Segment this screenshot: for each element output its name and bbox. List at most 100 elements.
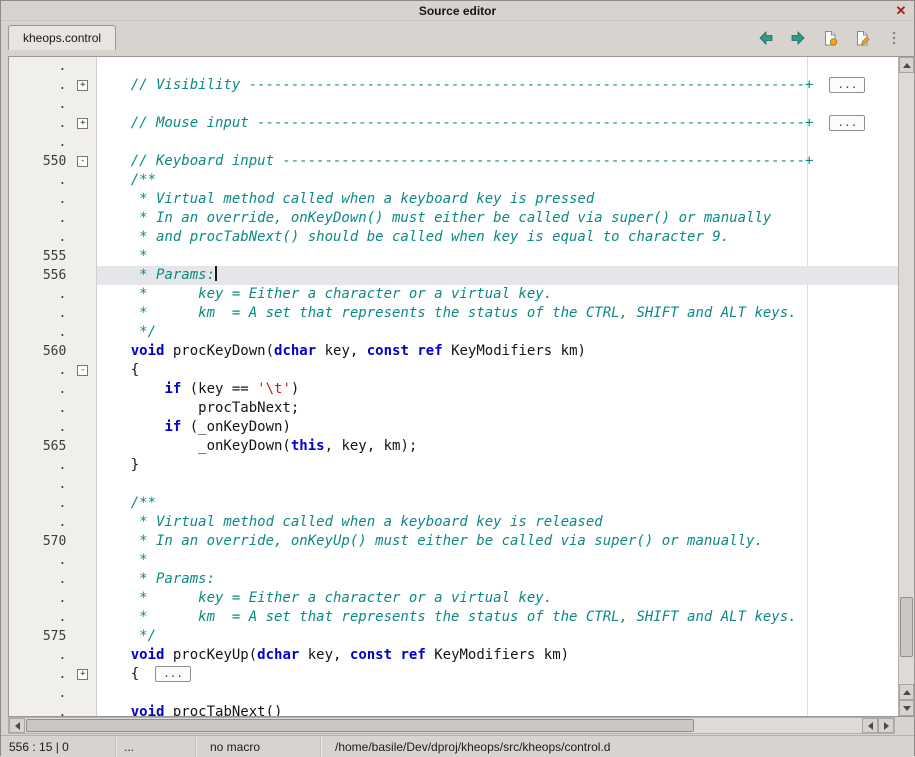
code-line[interactable]: void procKeyDown(dchar key, const ref Ke… <box>97 342 898 361</box>
line-number: 555 <box>9 247 70 266</box>
scroll-left-button-right[interactable] <box>862 718 878 733</box>
close-icon[interactable]: ✕ <box>893 3 909 19</box>
code-token: * Virtual method called when a keyboard … <box>97 514 603 530</box>
code-line[interactable]: * Virtual method called when a keyboard … <box>97 190 898 209</box>
code-line[interactable]: * key = Either a character or a virtual … <box>97 285 898 304</box>
code-line[interactable]: if (key == '\t') <box>97 380 898 399</box>
grip-handle[interactable] <box>884 28 904 48</box>
line-number: . <box>9 114 70 133</box>
line-number: . <box>9 703 70 716</box>
gutter-row: . <box>9 456 96 475</box>
code-line[interactable]: * <box>97 247 898 266</box>
code-line[interactable]: _onKeyDown(this, key, km); <box>97 437 898 456</box>
code-line[interactable]: * km = A set that represents the status … <box>97 304 898 323</box>
fold-gutter-cell: + <box>70 76 96 95</box>
code-token: * Params: <box>97 571 215 587</box>
fold-expand-icon[interactable]: + <box>77 80 88 91</box>
titlebar: Source editor ✕ <box>1 1 914 21</box>
line-number: . <box>9 361 70 380</box>
code-area[interactable]: // Visibility --------------------------… <box>97 57 898 716</box>
fold-gutter-cell <box>70 304 96 323</box>
folded-code-box[interactable]: ... <box>829 115 865 131</box>
code-line[interactable]: */ <box>97 627 898 646</box>
line-number: . <box>9 418 70 437</box>
gutter-row: . <box>9 589 96 608</box>
gutter-row: . <box>9 608 96 627</box>
code-line[interactable]: // Keyboard input ----------------------… <box>97 152 898 171</box>
fold-gutter-cell: + <box>70 665 96 684</box>
code-line[interactable] <box>97 133 898 152</box>
status-bar: 556 : 15 | 0 ... no macro /home/basile/D… <box>1 735 914 757</box>
code-line[interactable]: {... <box>97 665 898 684</box>
code-line[interactable] <box>97 95 898 114</box>
gutter-row: . <box>9 646 96 665</box>
fold-gutter-cell <box>70 57 96 76</box>
code-line[interactable]: * and procTabNext() should be called whe… <box>97 228 898 247</box>
fold-expand-icon[interactable]: + <box>77 669 88 680</box>
code-line[interactable] <box>97 57 898 76</box>
code-line[interactable]: * Params: <box>97 570 898 589</box>
fold-gutter-cell <box>70 95 96 114</box>
tab-kheops-control[interactable]: kheops.control <box>8 25 116 50</box>
code-line[interactable]: procTabNext; <box>97 399 898 418</box>
code-line[interactable]: * km = A set that represents the status … <box>97 608 898 627</box>
code-line[interactable]: if (_onKeyDown) <box>97 418 898 437</box>
scroll-up-button[interactable] <box>899 57 914 73</box>
code-line[interactable]: void procKeyUp(dchar key, const ref KeyM… <box>97 646 898 665</box>
code-line[interactable]: /** <box>97 171 898 190</box>
vertical-scroll-thumb[interactable] <box>900 597 913 657</box>
scroll-left-button[interactable] <box>9 718 25 733</box>
horizontal-scrollbar[interactable] <box>8 717 895 734</box>
horizontal-scroll-thumb[interactable] <box>26 719 694 732</box>
line-number: . <box>9 285 70 304</box>
fold-collapse-icon[interactable]: - <box>77 156 88 167</box>
file-path: /home/basile/Dev/dproj/kheops/src/kheops… <box>335 740 610 754</box>
code-line[interactable]: * In an override, onKeyDown() must eithe… <box>97 209 898 228</box>
caret-position-panel: 556 : 15 | 0 <box>1 736 116 757</box>
code-line[interactable]: } <box>97 456 898 475</box>
gutter-row: . <box>9 285 96 304</box>
code-line[interactable]: * Virtual method called when a keyboard … <box>97 513 898 532</box>
scroll-up-button-bottom[interactable] <box>899 684 914 700</box>
gutter-row: . <box>9 703 96 716</box>
fold-gutter-cell <box>70 646 96 665</box>
line-number: . <box>9 209 70 228</box>
code-token: // Mouse input -------------------------… <box>97 115 813 131</box>
code-line[interactable]: * <box>97 551 898 570</box>
scroll-down-button[interactable] <box>899 700 914 716</box>
code-line[interactable]: * Params: <box>97 266 898 285</box>
go-forward-button[interactable] <box>788 28 808 48</box>
fold-gutter-cell <box>70 684 96 703</box>
code-line[interactable] <box>97 475 898 494</box>
code-token: , key, km); <box>325 438 418 454</box>
line-number: . <box>9 475 70 494</box>
new-document-button[interactable] <box>820 28 840 48</box>
edit-document-button[interactable] <box>852 28 872 48</box>
source-editor-window: { "window": { "title": "Source editor", … <box>0 0 915 756</box>
line-number: . <box>9 95 70 114</box>
code-token: void <box>131 343 165 359</box>
vertical-scrollbar[interactable] <box>898 57 914 716</box>
code-line[interactable]: void procTabNext() <box>97 703 898 716</box>
fold-expand-icon[interactable]: + <box>77 118 88 129</box>
scroll-right-button[interactable] <box>878 718 894 733</box>
code-token: procTabNext() <box>164 704 282 716</box>
code-token: * key = Either a character or a virtual … <box>97 590 552 606</box>
code-line[interactable]: { <box>97 361 898 380</box>
code-line[interactable]: /** <box>97 494 898 513</box>
code-token: * Params: <box>97 267 215 283</box>
line-number: . <box>9 304 70 323</box>
folded-code-box[interactable]: ... <box>155 666 191 682</box>
gutter-row: . <box>9 494 96 513</box>
line-number: . <box>9 190 70 209</box>
code-line[interactable]: // Visibility --------------------------… <box>97 76 898 95</box>
folded-code-box[interactable]: ... <box>829 77 865 93</box>
code-line[interactable]: */ <box>97 323 898 342</box>
code-line[interactable]: * In an override, onKeyUp() must either … <box>97 532 898 551</box>
line-number: . <box>9 133 70 152</box>
go-back-button[interactable] <box>756 28 776 48</box>
code-line[interactable]: // Mouse input -------------------------… <box>97 114 898 133</box>
code-line[interactable]: * key = Either a character or a virtual … <box>97 589 898 608</box>
code-line[interactable] <box>97 684 898 703</box>
fold-collapse-icon[interactable]: - <box>77 365 88 376</box>
